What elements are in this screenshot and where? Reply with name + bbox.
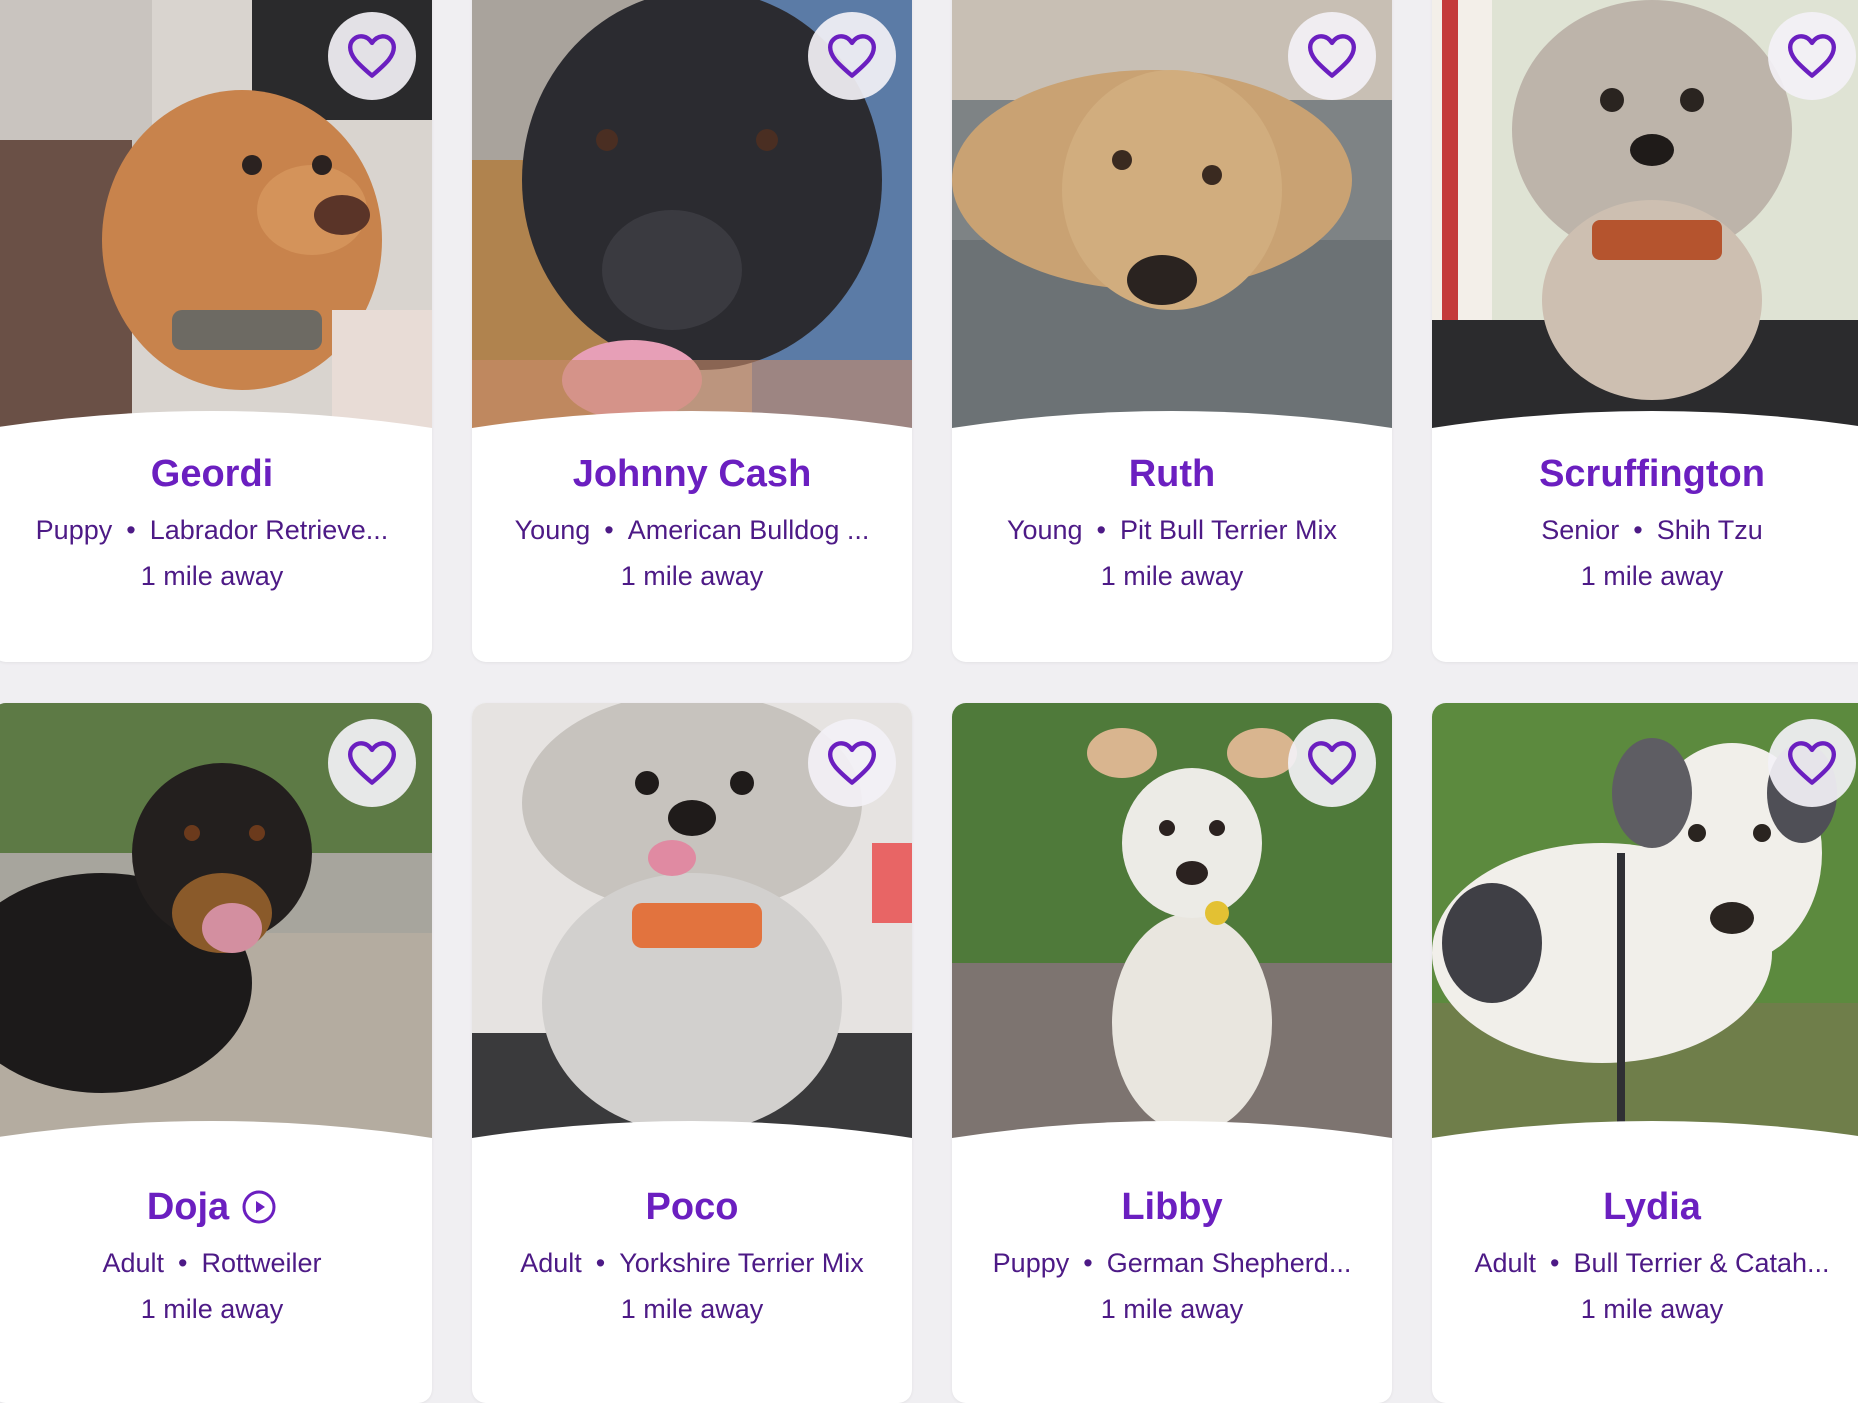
play-circle-icon[interactable]	[241, 1189, 277, 1225]
pet-name[interactable]: Geordi	[151, 450, 273, 498]
heart-outline-icon	[1307, 34, 1356, 78]
pet-card-doja[interactable]: Doja Adult • Rottweiler 1 mile away	[0, 703, 432, 1403]
pet-distance: 1 mile away	[1580, 561, 1724, 591]
pet-age: Adult	[520, 1248, 582, 1278]
heart-outline-icon	[348, 34, 396, 78]
pet-info: Doja Adult • Rottweiler 1 mile away	[0, 1183, 432, 1327]
pet-breed: Pit Bull Terrier Mix	[1120, 515, 1338, 545]
meta-separator: •	[604, 515, 614, 545]
pet-meta: Puppy • Labrador Retrieve...	[0, 512, 432, 548]
card-curve	[472, 411, 912, 440]
meta-separator: •	[1549, 1248, 1560, 1278]
pet-meta: Adult • Yorkshire Terrier Mix	[472, 1245, 912, 1281]
pet-breed: Labrador Retrieve...	[149, 515, 389, 545]
card-curve	[1432, 1121, 1858, 1150]
pet-distance: 1 mile away	[140, 1294, 284, 1324]
pet-meta: Adult • Rottweiler	[0, 1245, 432, 1281]
pet-info: Johnny Cash Young • American Bulldog ... 1…	[472, 450, 912, 594]
pet-breed: Yorkshire Terrier Mix	[619, 1248, 864, 1278]
pet-age: Young	[1006, 515, 1083, 545]
heart-outline-icon	[348, 741, 396, 785]
heart-outline-icon	[1787, 34, 1836, 78]
pet-meta: Puppy • German Shepherd...	[952, 1245, 1392, 1281]
pet-breed: Shih Tzu	[1656, 515, 1763, 545]
favorite-button[interactable]	[1768, 719, 1856, 807]
heart-outline-icon	[828, 34, 876, 78]
pet-meta: Adult • Bull Terrier & Catah...	[1432, 1245, 1858, 1281]
pet-name[interactable]: Poco	[646, 1183, 739, 1231]
pet-card-libby[interactable]: Libby Puppy • German Shepherd... 1 mile aw…	[952, 703, 1392, 1403]
pet-distance: 1 mile away	[1100, 561, 1244, 591]
favorite-button[interactable]	[1288, 12, 1376, 100]
pet-breed: American Bulldog ...	[627, 515, 870, 545]
pet-card-geordi[interactable]: Geordi Puppy • Labrador Retrieve... 1 mile…	[0, 0, 432, 662]
pet-name[interactable]: Lydia	[1603, 1183, 1701, 1231]
meta-separator: •	[1083, 1248, 1093, 1278]
pet-breed: Rottweiler	[201, 1248, 322, 1278]
favorite-button[interactable]	[328, 12, 416, 100]
pet-meta: Senior • Shih Tzu	[1432, 512, 1858, 548]
pet-info: Geordi Puppy • Labrador Retrieve... 1 mile…	[0, 450, 432, 594]
meta-separator: •	[178, 1248, 188, 1278]
pet-info: Libby Puppy • German Shepherd... 1 mile aw…	[952, 1183, 1392, 1327]
pet-distance: 1 mile away	[1100, 1294, 1244, 1324]
pet-age: Puppy	[992, 1248, 1070, 1278]
pet-card-scruffington[interactable]: Scruffington Senior • Shih Tzu 1 mile away	[1432, 0, 1858, 662]
meta-separator: •	[1096, 515, 1106, 545]
pet-age: Puppy	[35, 515, 113, 545]
favorite-button[interactable]	[328, 719, 416, 807]
pet-age: Senior	[1541, 515, 1620, 545]
favorite-button[interactable]	[1768, 12, 1856, 100]
pet-breed: Bull Terrier & Catah...	[1573, 1248, 1830, 1278]
meta-separator: •	[1633, 515, 1643, 545]
pet-card-johnny-cash[interactable]: Johnny Cash Young • American Bulldog ... 1…	[472, 0, 912, 662]
heart-outline-icon	[1307, 741, 1356, 785]
pet-age: Adult	[1474, 1248, 1536, 1278]
heart-outline-icon	[828, 741, 876, 785]
card-curve	[1432, 411, 1858, 440]
pet-distance: 1 mile away	[620, 561, 764, 591]
card-curve	[0, 1121, 432, 1150]
pet-name[interactable]: Ruth	[1129, 450, 1216, 498]
pet-distance: 1 mile away	[1580, 1294, 1724, 1324]
favorite-button[interactable]	[808, 719, 896, 807]
pet-card-ruth[interactable]: Ruth Young • Pit Bull Terrier Mix 1 mile a…	[952, 0, 1392, 662]
card-curve	[472, 1121, 912, 1150]
pet-breed: German Shepherd...	[1106, 1248, 1352, 1278]
pet-card-lydia[interactable]: Lydia Adult • Bull Terrier & Catah... 1 mi…	[1432, 703, 1858, 1403]
pet-info: Scruffington Senior • Shih Tzu 1 mile away	[1432, 450, 1858, 594]
pet-name[interactable]: Libby	[1121, 1183, 1222, 1231]
card-curve	[0, 411, 432, 440]
pet-meta: Young • American Bulldog ...	[472, 512, 912, 548]
pet-name[interactable]: Scruffington	[1539, 450, 1765, 498]
favorite-button[interactable]	[808, 12, 896, 100]
pet-results-grid: Geordi Puppy • Labrador Retrieve... 1 mile…	[0, 0, 1858, 1403]
meta-separator: •	[126, 515, 136, 545]
pet-distance: 1 mile away	[140, 561, 284, 591]
pet-age: Young	[514, 515, 591, 545]
pet-age: Adult	[102, 1248, 165, 1278]
card-curve	[952, 411, 1392, 440]
meta-separator: •	[595, 1248, 606, 1278]
heart-outline-icon	[1787, 741, 1836, 785]
pet-card-poco[interactable]: Poco Adult • Yorkshire Terrier Mix 1 mile …	[472, 703, 912, 1403]
favorite-button[interactable]	[1288, 719, 1376, 807]
pet-meta: Young • Pit Bull Terrier Mix	[952, 512, 1392, 548]
pet-name[interactable]: Doja	[147, 1183, 277, 1231]
card-curve	[952, 1121, 1392, 1150]
pet-info: Ruth Young • Pit Bull Terrier Mix 1 mile a…	[952, 450, 1392, 594]
pet-distance: 1 mile away	[620, 1294, 764, 1324]
pet-info: Poco Adult • Yorkshire Terrier Mix 1 mile …	[472, 1183, 912, 1327]
pet-name[interactable]: Johnny Cash	[573, 450, 812, 498]
pet-info: Lydia Adult • Bull Terrier & Catah... 1 mi…	[1432, 1183, 1858, 1327]
